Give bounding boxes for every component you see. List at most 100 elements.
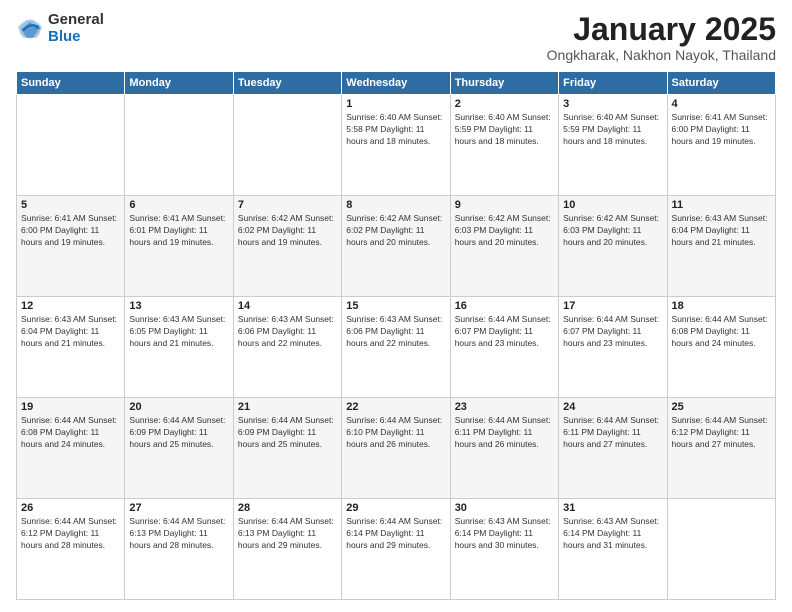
weekday-header-tuesday: Tuesday	[233, 72, 341, 95]
month-title: January 2025	[547, 12, 776, 47]
day-number: 12	[21, 300, 120, 312]
day-number: 27	[129, 502, 228, 514]
day-number: 21	[238, 401, 337, 413]
day-cell: 30Sunrise: 6:43 AM Sunset: 6:14 PM Dayli…	[450, 499, 558, 600]
day-cell: 21 Sunrise: 6:44 AM Sunset: 6:09 PM Dayli…	[233, 398, 341, 499]
day-info: Sunrise: 6:42 AM Sunset: 6:02 PM Dayligh…	[238, 213, 337, 249]
day-info: Sunrise: 6:44 AM Sunset: 6:13 PM Dayligh…	[129, 516, 228, 552]
day-info: Sunrise: 6:40 AM Sunset: 5:58 PM Dayligh…	[346, 112, 445, 148]
day-info: Sunrise: 6:44 AM Sunset: 6:11 PM Dayligh…	[455, 415, 554, 451]
calendar-page: General Blue January 2025 Ongkharak, Nak…	[0, 0, 792, 612]
logo: General Blue	[16, 12, 104, 45]
day-cell: 16 Sunrise: 6:44 AM Sunset: 6:07 PM Dayli…	[450, 297, 558, 398]
day-number: 25	[672, 401, 771, 413]
weekday-header-wednesday: Wednesday	[342, 72, 450, 95]
day-number: 18	[672, 300, 771, 312]
weekday-header-row: SundayMondayTuesdayWednesdayThursdayFrid…	[17, 72, 776, 95]
day-info: Sunrise: 6:44 AM Sunset: 6:11 PM Dayligh…	[563, 415, 662, 451]
day-info: Sunrise: 6:44 AM Sunset: 6:08 PM Dayligh…	[672, 314, 771, 350]
day-number: 4	[672, 98, 771, 110]
day-number: 2	[455, 98, 554, 110]
day-number: 15	[346, 300, 445, 312]
day-info: Sunrise: 6:44 AM Sunset: 6:07 PM Dayligh…	[455, 314, 554, 350]
header: General Blue January 2025 Ongkharak, Nak…	[16, 12, 776, 63]
logo-general: General	[48, 12, 104, 29]
day-cell: 7 Sunrise: 6:42 AM Sunset: 6:02 PM Daylig…	[233, 196, 341, 297]
day-number: 28	[238, 502, 337, 514]
day-cell: 17 Sunrise: 6:44 AM Sunset: 6:07 PM Dayli…	[559, 297, 667, 398]
day-number: 13	[129, 300, 228, 312]
day-info: Sunrise: 6:43 AM Sunset: 6:04 PM Dayligh…	[21, 314, 120, 350]
day-cell: 28 Sunrise: 6:44 AM Sunset: 6:13 PM Dayli…	[233, 499, 341, 600]
day-cell: 2 Sunrise: 6:40 AM Sunset: 5:59 PM Daylig…	[450, 95, 558, 196]
day-cell: 8 Sunrise: 6:42 AM Sunset: 6:02 PM Daylig…	[342, 196, 450, 297]
day-number: 7	[238, 199, 337, 211]
day-info: Sunrise: 6:44 AM Sunset: 6:13 PM Dayligh…	[238, 516, 337, 552]
day-info: Sunrise: 6:42 AM Sunset: 6:03 PM Dayligh…	[455, 213, 554, 249]
week-row-1: 1Sunrise: 6:40 AM Sunset: 5:58 PM Daylig…	[17, 95, 776, 196]
day-cell: 5 Sunrise: 6:41 AM Sunset: 6:00 PM Daylig…	[17, 196, 125, 297]
logo-icon	[16, 15, 44, 43]
calendar-table: SundayMondayTuesdayWednesdayThursdayFrid…	[16, 71, 776, 600]
day-info: Sunrise: 6:41 AM Sunset: 6:00 PM Dayligh…	[672, 112, 771, 148]
day-cell: 3 Sunrise: 6:40 AM Sunset: 5:59 PM Daylig…	[559, 95, 667, 196]
day-number: 30	[455, 502, 554, 514]
day-cell: 4 Sunrise: 6:41 AM Sunset: 6:00 PM Daylig…	[667, 95, 775, 196]
day-number: 8	[346, 199, 445, 211]
day-info: Sunrise: 6:43 AM Sunset: 6:04 PM Dayligh…	[672, 213, 771, 249]
weekday-header-sunday: Sunday	[17, 72, 125, 95]
day-number: 3	[563, 98, 662, 110]
day-number: 29	[346, 502, 445, 514]
day-info: Sunrise: 6:44 AM Sunset: 6:12 PM Dayligh…	[672, 415, 771, 451]
day-number: 17	[563, 300, 662, 312]
day-cell: 12 Sunrise: 6:43 AM Sunset: 6:04 PM Dayli…	[17, 297, 125, 398]
location-title: Ongkharak, Nakhon Nayok, Thailand	[547, 47, 776, 63]
day-info: Sunrise: 6:44 AM Sunset: 6:08 PM Dayligh…	[21, 415, 120, 451]
week-row-3: 12 Sunrise: 6:43 AM Sunset: 6:04 PM Dayli…	[17, 297, 776, 398]
day-info: Sunrise: 6:44 AM Sunset: 6:09 PM Dayligh…	[238, 415, 337, 451]
day-cell: 10 Sunrise: 6:42 AM Sunset: 6:03 PM Dayli…	[559, 196, 667, 297]
day-number: 9	[455, 199, 554, 211]
title-block: January 2025 Ongkharak, Nakhon Nayok, Th…	[547, 12, 776, 63]
day-cell	[17, 95, 125, 196]
logo-blue: Blue	[48, 29, 104, 46]
day-number: 6	[129, 199, 228, 211]
weekday-header-friday: Friday	[559, 72, 667, 95]
day-number: 14	[238, 300, 337, 312]
day-number: 5	[21, 199, 120, 211]
day-info: Sunrise: 6:44 AM Sunset: 6:12 PM Dayligh…	[21, 516, 120, 552]
day-cell: 22 Sunrise: 6:44 AM Sunset: 6:10 PM Dayli…	[342, 398, 450, 499]
day-number: 16	[455, 300, 554, 312]
day-info: Sunrise: 6:41 AM Sunset: 6:01 PM Dayligh…	[129, 213, 228, 249]
day-info: Sunrise: 6:44 AM Sunset: 6:07 PM Dayligh…	[563, 314, 662, 350]
day-cell: 1Sunrise: 6:40 AM Sunset: 5:58 PM Daylig…	[342, 95, 450, 196]
day-number: 19	[21, 401, 120, 413]
day-cell: 14Sunrise: 6:43 AM Sunset: 6:06 PM Dayli…	[233, 297, 341, 398]
day-info: Sunrise: 6:40 AM Sunset: 5:59 PM Dayligh…	[563, 112, 662, 148]
day-cell	[667, 499, 775, 600]
day-number: 23	[455, 401, 554, 413]
day-info: Sunrise: 6:43 AM Sunset: 6:06 PM Dayligh…	[346, 314, 445, 350]
day-cell: 13 Sunrise: 6:43 AM Sunset: 6:05 PM Dayli…	[125, 297, 233, 398]
day-info: Sunrise: 6:40 AM Sunset: 5:59 PM Dayligh…	[455, 112, 554, 148]
day-info: Sunrise: 6:42 AM Sunset: 6:03 PM Dayligh…	[563, 213, 662, 249]
day-info: Sunrise: 6:44 AM Sunset: 6:09 PM Dayligh…	[129, 415, 228, 451]
day-cell: 9 Sunrise: 6:42 AM Sunset: 6:03 PM Daylig…	[450, 196, 558, 297]
week-row-5: 26 Sunrise: 6:44 AM Sunset: 6:12 PM Dayli…	[17, 499, 776, 600]
day-cell: 27 Sunrise: 6:44 AM Sunset: 6:13 PM Dayli…	[125, 499, 233, 600]
day-info: Sunrise: 6:44 AM Sunset: 6:10 PM Dayligh…	[346, 415, 445, 451]
logo-text: General Blue	[48, 12, 104, 45]
day-number: 22	[346, 401, 445, 413]
day-cell: 11 Sunrise: 6:43 AM Sunset: 6:04 PM Dayli…	[667, 196, 775, 297]
day-info: Sunrise: 6:42 AM Sunset: 6:02 PM Dayligh…	[346, 213, 445, 249]
day-info: Sunrise: 6:41 AM Sunset: 6:00 PM Dayligh…	[21, 213, 120, 249]
day-cell: 31Sunrise: 6:43 AM Sunset: 6:14 PM Dayli…	[559, 499, 667, 600]
day-cell: 29Sunrise: 6:44 AM Sunset: 6:14 PM Dayli…	[342, 499, 450, 600]
day-number: 26	[21, 502, 120, 514]
day-info: Sunrise: 6:43 AM Sunset: 6:05 PM Dayligh…	[129, 314, 228, 350]
day-number: 20	[129, 401, 228, 413]
week-row-2: 5 Sunrise: 6:41 AM Sunset: 6:00 PM Daylig…	[17, 196, 776, 297]
day-info: Sunrise: 6:43 AM Sunset: 6:14 PM Dayligh…	[563, 516, 662, 552]
day-number: 11	[672, 199, 771, 211]
day-number: 10	[563, 199, 662, 211]
